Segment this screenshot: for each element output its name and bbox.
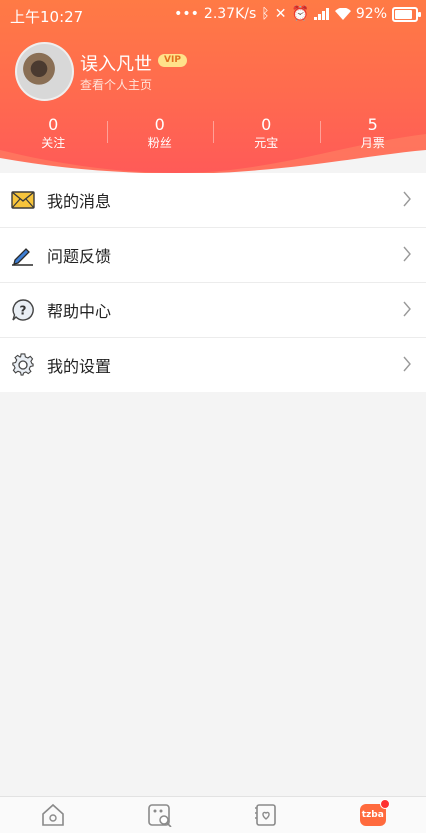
stat-value: 0 <box>107 115 214 135</box>
signal-icon <box>314 8 330 20</box>
stat-value: 0 <box>213 115 320 135</box>
notification-dot <box>380 799 390 809</box>
stat-label: 粉丝 <box>107 135 214 151</box>
chevron-right-icon <box>402 356 412 372</box>
chevron-right-icon <box>402 191 412 207</box>
menu-item-settings[interactable]: 我的设置 <box>0 338 426 392</box>
view-profile-link[interactable]: 查看个人主页 <box>80 76 152 93</box>
battery-icon <box>392 7 418 22</box>
stat-label: 月票 <box>320 135 426 151</box>
alarm-icon: ⏰ <box>291 6 308 22</box>
menu-label: 我的设置 <box>47 353 111 377</box>
stat-fans[interactable]: 0 粉丝 <box>107 115 214 155</box>
stats-row: 0 关注 0 粉丝 0 元宝 5 月票 <box>0 115 426 155</box>
username[interactable]: 误入凡世 <box>80 50 152 76</box>
svg-text:?: ? <box>20 304 27 318</box>
menu-item-feedback[interactable]: 问题反馈 <box>0 228 426 283</box>
avatar[interactable] <box>15 42 74 101</box>
battery-text: 92% <box>356 6 387 22</box>
stat-value: 5 <box>320 115 426 135</box>
stat-following[interactable]: 0 关注 <box>0 115 107 155</box>
status-bar: 上午10:27 ••• 2.37K/s ᛒ ✕ ⏰ 92% <box>0 0 426 30</box>
chevron-right-icon <box>402 301 412 317</box>
gear-icon <box>10 352 36 378</box>
chevron-right-icon <box>402 246 412 262</box>
menu-list: 我的消息 问题反馈 ? 帮助中心 我的设置 <box>0 173 426 392</box>
menu-item-help[interactable]: ? 帮助中心 <box>0 283 426 338</box>
menu-label: 我的消息 <box>47 188 111 212</box>
tab-discover[interactable] <box>107 797 214 833</box>
me-icon: tzba <box>360 804 386 826</box>
me-label: tzba <box>362 810 384 820</box>
menu-item-messages[interactable]: 我的消息 <box>0 173 426 228</box>
bookshelf-icon <box>253 803 279 827</box>
stat-monthly-tickets[interactable]: 5 月票 <box>320 115 426 155</box>
mute-icon: ✕ <box>275 6 287 22</box>
stat-coins[interactable]: 0 元宝 <box>213 115 320 155</box>
menu-label: 问题反馈 <box>47 243 111 267</box>
vip-badge: VIP <box>158 54 187 67</box>
tab-bookshelf[interactable] <box>213 797 320 833</box>
home-icon <box>40 803 66 827</box>
more-dots-icon: ••• <box>174 6 199 22</box>
tab-home[interactable] <box>0 797 107 833</box>
wifi-icon <box>335 8 351 20</box>
pen-icon <box>10 242 36 268</box>
stat-value: 0 <box>0 115 107 135</box>
discover-icon <box>147 803 173 827</box>
tab-me[interactable]: tzba <box>320 797 426 833</box>
status-icons: ••• 2.37K/s ᛒ ✕ ⏰ 92% <box>174 6 418 22</box>
stat-label: 元宝 <box>213 135 320 151</box>
bottom-tab-bar: tzba <box>0 796 426 833</box>
stat-label: 关注 <box>0 135 107 151</box>
network-speed: 2.37K/s <box>204 6 256 22</box>
envelope-icon <box>10 187 36 213</box>
menu-label: 帮助中心 <box>47 298 111 322</box>
bluetooth-icon: ᛒ <box>261 6 269 22</box>
status-time: 上午10:27 <box>10 6 83 27</box>
help-icon: ? <box>10 297 36 323</box>
